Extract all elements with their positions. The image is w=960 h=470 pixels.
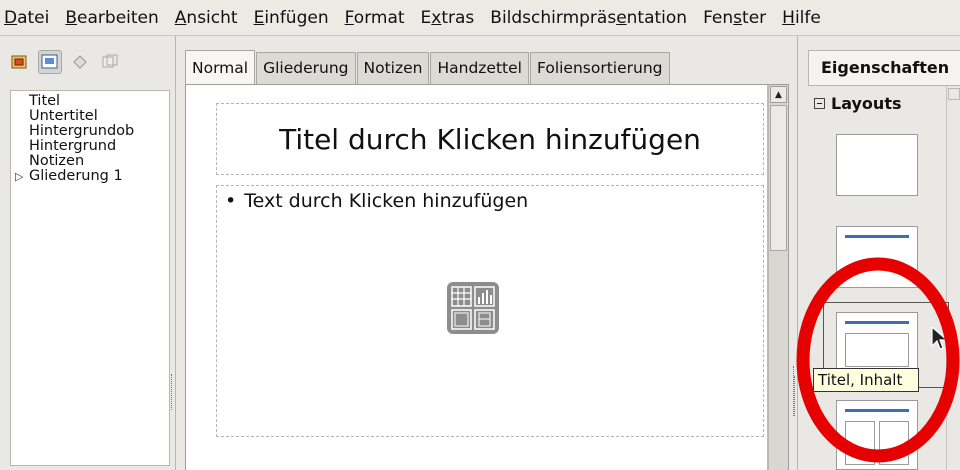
menu-bildschirmpräsentation[interactable]: Bildschirmpräsentation <box>482 0 695 36</box>
menu-bar: Datei Bearbeiten Ansicht Einfügen Format Extr… <box>0 0 960 36</box>
menu-format[interactable]: Format <box>337 0 413 36</box>
outline-item-label: Titel <box>29 94 61 109</box>
scroll-thumb[interactable] <box>770 105 787 251</box>
menu-extras[interactable]: Extras <box>413 0 483 36</box>
slide-canvas: Titel durch Klicken hinzufügen • Text dur… <box>185 84 789 470</box>
slide-transition-icon[interactable] <box>98 50 122 74</box>
tab-notizen[interactable]: Notizen <box>356 52 430 84</box>
menu-bearbeiten[interactable]: Bearbeiten <box>57 0 166 36</box>
outline-item[interactable]: Titel <box>15 94 169 109</box>
content-placeholder-text: • Text durch Klicken hinzufügen <box>225 190 528 212</box>
outline-tree[interactable]: Titel Untertitel Hintergrundob Hintergrund N… <box>10 90 170 466</box>
outline-item-label: Hintergrundob <box>29 124 135 139</box>
menu-datei[interactable]: Datei <box>0 0 57 36</box>
expand-arrow-icon[interactable]: ▷ <box>15 169 29 184</box>
slide-pane-toolbar <box>0 36 176 88</box>
tab-normal[interactable]: Normal <box>185 50 256 84</box>
slide-pane: Titel Untertitel Hintergrundob Hintergrund N… <box>0 36 176 470</box>
outline-item[interactable]: Notizen <box>15 154 169 169</box>
menu-ansicht[interactable]: Ansicht <box>167 0 246 36</box>
content-placeholder[interactable]: • Text durch Klicken hinzufügen <box>216 185 764 437</box>
menu-fenster[interactable]: Fenster <box>695 0 774 36</box>
slide: Titel durch Klicken hinzufügen • Text dur… <box>186 85 768 470</box>
vertical-scrollbar[interactable]: ▲ <box>768 85 788 470</box>
scroll-up-icon[interactable]: ▲ <box>770 86 787 103</box>
slide-view-icon[interactable] <box>38 50 62 74</box>
bullet-icon: • <box>225 190 237 212</box>
outline-item[interactable]: ▷ Gliederung 1 <box>15 169 169 184</box>
pane-resize-grip[interactable] <box>171 374 174 410</box>
content-placeholder-label: Text durch Klicken hinzufügen <box>244 190 529 212</box>
layout-title-bar <box>845 235 909 238</box>
outline-item[interactable]: Hintergrund <box>15 139 169 154</box>
layouts-section-label: Layouts <box>831 94 902 113</box>
menu-hilfe[interactable]: Hilfe <box>774 0 829 36</box>
title-placeholder[interactable]: Titel durch Klicken hinzufügen <box>216 103 764 175</box>
tab-foliensortierung[interactable]: Foliensortierung <box>529 52 670 84</box>
view-tabs: Normal Gliederung Notizen Handzettel Foliens… <box>185 50 671 84</box>
menu-einfügen[interactable]: Einfügen <box>246 0 337 36</box>
outline-item[interactable]: Hintergrundob <box>15 124 169 139</box>
master-view-icon[interactable] <box>8 50 32 74</box>
edit-area: Normal Gliederung Notizen Handzettel Foliens… <box>177 36 797 470</box>
layout-blank[interactable] <box>836 134 918 196</box>
outline-item[interactable]: Untertitel <box>15 109 169 124</box>
task-pane-title: Eigenschaften <box>808 50 960 86</box>
tab-handzettel[interactable]: Handzettel <box>430 52 529 84</box>
collapse-icon[interactable] <box>814 98 825 109</box>
paint-bucket-icon[interactable] <box>68 50 92 74</box>
layouts-section-header[interactable]: Layouts <box>814 94 901 113</box>
outline-item-label: Gliederung 1 <box>29 169 123 184</box>
scroll-up-icon[interactable] <box>948 88 960 100</box>
outline-item-label: Notizen <box>29 154 85 169</box>
annotation-circle <box>796 257 960 463</box>
outline-item-label: Hintergrund <box>29 139 117 154</box>
tab-gliederung[interactable]: Gliederung <box>256 52 356 84</box>
outline-item-label: Untertitel <box>29 109 98 124</box>
insert-object-icon[interactable] <box>447 282 499 334</box>
